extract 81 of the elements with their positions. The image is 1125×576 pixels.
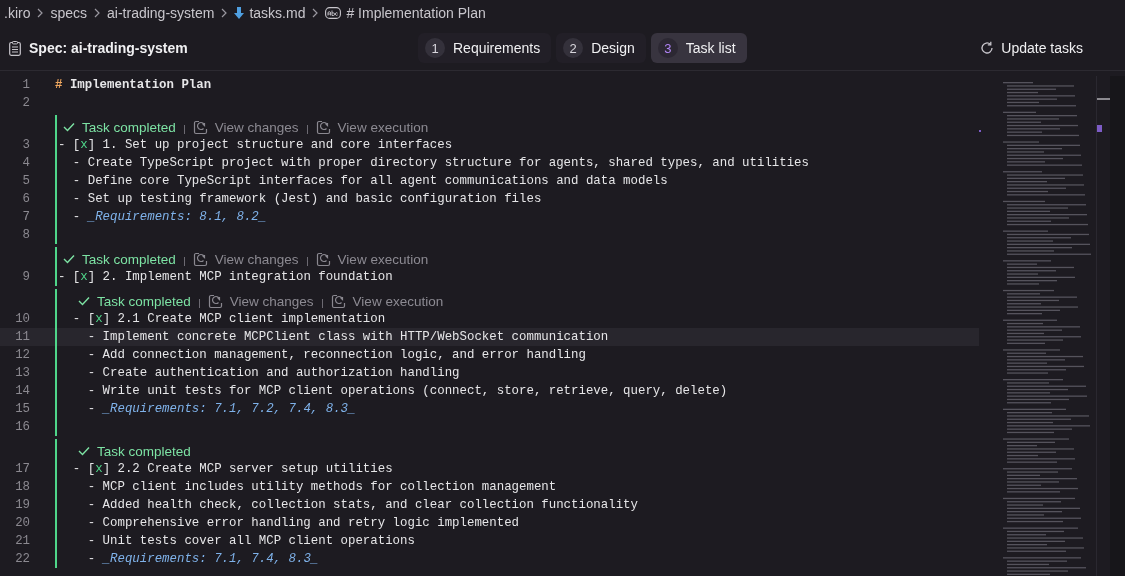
task-status: Task completed bbox=[78, 443, 191, 459]
code-text: - Create TypeScript project with proper directory structure for agents, shared types, and utilities bbox=[71, 156, 809, 170]
task-status: Task completed bbox=[63, 119, 176, 135]
step-tab[interactable]: 1 Requirements bbox=[418, 33, 552, 63]
line-number: 10 bbox=[14, 312, 30, 326]
lens-action-link[interactable]: View execution bbox=[315, 251, 429, 267]
breadcrumb-item[interactable]: .kiro bbox=[4, 5, 31, 21]
code-text: - Write unit tests for MCP client operations (connect, store, retrieve, query, delete) bbox=[86, 384, 728, 398]
code-text: - Comprehensive error handling and retry logic implemented bbox=[86, 516, 519, 530]
line-number: 22 bbox=[14, 552, 30, 566]
lens-action-link[interactable]: View changes bbox=[192, 251, 299, 267]
text-symbol-icon bbox=[325, 7, 342, 19]
code-text: - Set up testing framework (Jest) and basic configuration files bbox=[71, 192, 542, 206]
requirements-text: - _Requirements: 7.1, 7.2, 7.4, 8.3_ bbox=[86, 402, 356, 416]
line-number: 6 bbox=[21, 192, 30, 206]
code-text: - Add connection management, reconnection logic, and error handling bbox=[86, 348, 586, 362]
lens-action-link[interactable]: View changes bbox=[192, 119, 299, 135]
code-text: - Implement concrete MCPClient class with HTTP/WebSocket communication bbox=[86, 330, 609, 344]
code-text: - Added health check, collection stats, and clear collection functionality bbox=[86, 498, 638, 512]
line-number: 13 bbox=[14, 366, 30, 380]
line-number: 5 bbox=[21, 174, 30, 188]
spec-title: Spec: ai-trading-system bbox=[29, 40, 188, 56]
refresh-document-icon bbox=[192, 251, 208, 267]
line-number: 2 bbox=[21, 96, 30, 110]
refresh-icon bbox=[980, 41, 995, 55]
line-number: 12 bbox=[14, 348, 30, 362]
line-number: 3 bbox=[21, 138, 30, 152]
check-icon bbox=[63, 254, 75, 264]
update-tasks-button[interactable]: Update tasks bbox=[974, 39, 1089, 57]
scrollbar-thumb[interactable] bbox=[1097, 98, 1110, 100]
check-icon bbox=[78, 296, 90, 306]
code-text: - Define core TypeScript interfaces for all agent communications and data models bbox=[71, 174, 668, 188]
refresh-document-icon bbox=[207, 293, 223, 309]
task-line: - [x] 2.2 Create MCP server setup utilities bbox=[71, 462, 393, 476]
task-line: - [x] 2. Implement MCP integration foundation bbox=[58, 270, 393, 284]
line-number: 15 bbox=[14, 402, 30, 416]
refresh-document-icon bbox=[315, 251, 331, 267]
code-text: - Create authentication and authorization handling bbox=[86, 366, 460, 380]
line-number: 21 bbox=[14, 534, 30, 548]
heading-text: # Implementation Plan bbox=[55, 78, 212, 92]
step-tab[interactable]: 2 Design bbox=[556, 33, 646, 63]
breadcrumb-item[interactable]: specs bbox=[50, 5, 88, 21]
document-icon bbox=[9, 40, 21, 56]
step-tab[interactable]: 3 Task list bbox=[650, 33, 747, 63]
code-text: - MCP client includes utility methods for collection management bbox=[86, 480, 557, 494]
refresh-document-icon bbox=[330, 293, 346, 309]
requirements-text: - _Requirements: 8.1, 8.2_ bbox=[71, 210, 267, 224]
check-icon bbox=[63, 122, 75, 132]
refresh-document-icon bbox=[192, 119, 208, 135]
line-number: 20 bbox=[14, 516, 30, 530]
refresh-document-icon bbox=[315, 119, 331, 135]
check-icon bbox=[78, 446, 90, 456]
lens-action-link[interactable]: View execution bbox=[315, 119, 429, 135]
chevron-icon bbox=[312, 8, 319, 18]
download-arrow-icon bbox=[234, 6, 245, 20]
lens-action-link[interactable]: View changes bbox=[207, 293, 314, 309]
line-number: 4 bbox=[21, 156, 30, 170]
code-text: - Unit tests cover all MCP client operations bbox=[86, 534, 415, 548]
task-status: Task completed bbox=[63, 251, 176, 267]
task-status: Task completed bbox=[78, 293, 191, 309]
line-number: 9 bbox=[21, 270, 30, 284]
chevron-icon bbox=[94, 8, 101, 18]
breadcrumb-item[interactable]: ai-trading-system bbox=[107, 5, 215, 21]
position-marker bbox=[1097, 125, 1102, 132]
line-number: 1 bbox=[21, 78, 30, 92]
line-number: 17 bbox=[14, 462, 30, 476]
task-line: - [x] 2.1 Create MCP client implementation bbox=[71, 312, 386, 326]
line-number: 8 bbox=[21, 228, 30, 242]
line-number: 11 bbox=[14, 330, 30, 344]
breadcrumb-item[interactable]: tasks.md bbox=[234, 5, 306, 21]
requirements-text: - _Requirements: 7.1, 7.4, 8.3_ bbox=[86, 552, 319, 566]
line-number: 16 bbox=[14, 420, 30, 434]
line-number: 14 bbox=[14, 384, 30, 398]
chevron-icon bbox=[221, 8, 228, 18]
task-line: - [x] 1. Set up project structure and core interfaces bbox=[58, 138, 453, 152]
chevron-icon bbox=[37, 8, 44, 18]
line-number: 19 bbox=[14, 498, 30, 512]
line-number: 7 bbox=[21, 210, 30, 224]
line-number: 18 bbox=[14, 480, 30, 494]
breadcrumb-item[interactable]: # Implementation Plan bbox=[325, 5, 486, 21]
lens-action-link[interactable]: View execution bbox=[330, 293, 444, 309]
